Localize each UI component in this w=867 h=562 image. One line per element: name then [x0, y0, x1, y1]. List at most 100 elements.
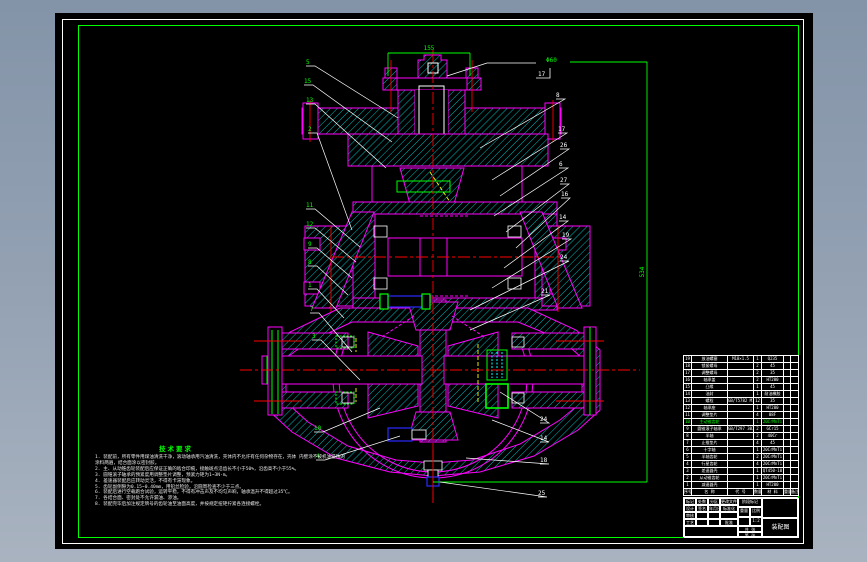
parts-list-cell: Q235 [761, 355, 784, 363]
parts-list-cell: 螺栓 [691, 397, 728, 405]
parts-list-cell: GB/T297 30310 [727, 425, 754, 433]
parts-list-cell: 圆锥滚子轴承 [691, 425, 728, 433]
parts-list-cell: 2 [753, 376, 762, 384]
parts-list-cell [790, 355, 799, 363]
title-block-cell: 工艺 [684, 519, 696, 526]
parts-list-cell [790, 446, 799, 454]
callout-balloon: 24 [540, 416, 548, 423]
parts-list-cell [783, 432, 791, 440]
parts-list-cell [783, 362, 791, 370]
parts-list-cell: 20CrMnTi [761, 453, 784, 461]
parts-list-row[interactable]: 2 从动锥齿轮 1 20CrMnTi [683, 474, 799, 482]
parts-list-cell [790, 425, 799, 433]
callout-balloon: 3 [312, 333, 316, 340]
callout-balloon: 1 [308, 282, 312, 289]
parts-list-row[interactable]: 16 轴承盖 2 HT200 [683, 376, 799, 384]
housing-sections [261, 54, 601, 479]
technical-notes: 技术要求 1. 装配前，所有零件用煤油清洗干净，滚动轴承用汽油清洗，壳体内不允许… [95, 443, 348, 508]
parts-list-cell: 从动锥齿轮 [691, 474, 728, 482]
parts-list-cell: 耐油橡胶 [761, 390, 784, 398]
datum-leader [446, 62, 551, 79]
parts-list-cell [783, 369, 791, 377]
callout-balloon: 25 [538, 490, 546, 497]
parts-list-cell: 1 [753, 474, 762, 482]
parts-list-row[interactable]: 18 锁紧螺母 2 45 [683, 362, 799, 370]
notes-title: 技术要求 [159, 445, 193, 453]
callout-balloon: 14 [540, 435, 548, 442]
parts-list-cell: 10 [683, 418, 692, 426]
parts-list-cell: 行星齿轮 [691, 460, 728, 468]
callout-balloon: 16 [561, 191, 569, 198]
parts-list-row[interactable]: 17 调整螺母 2 35 [683, 369, 799, 377]
parts-list-cell: 半轴齿轮 [691, 453, 728, 461]
parts-list-cell: 35 [761, 369, 784, 377]
callout-balloon: 9 [308, 241, 312, 248]
parts-list-row[interactable]: 1 减速器壳 1 HT200 [683, 481, 799, 489]
parts-list-cell [783, 355, 791, 363]
parts-list-cell: 轴承座 [691, 404, 728, 412]
parts-list-cell: 15 [683, 383, 692, 391]
parts-list-cell: 45 [761, 362, 784, 370]
parts-list-cell: 1 [753, 404, 762, 412]
parts-list-row[interactable]: 8 半轴 2 40Cr [683, 432, 799, 440]
parts-list-cell [783, 439, 791, 447]
parts-list-cell [790, 411, 799, 419]
parts-list-cell: 6 [683, 446, 692, 454]
callout-balloon: 8 [556, 92, 560, 99]
parts-list-cell [783, 418, 791, 426]
parts-list-row[interactable]: 6 十字轴 1 20CrMnTi [683, 446, 799, 454]
parts-list-cell [783, 376, 791, 384]
parts-list-cell: 18 [683, 362, 692, 370]
parts-list-cell: 2 [753, 425, 762, 433]
parts-list-cell: 20CrMnTi [761, 460, 784, 468]
parts-list-row[interactable]: 12 轴承座 1 HT200 [683, 404, 799, 412]
parts-list-cell: 半轴 [691, 432, 728, 440]
parts-list-cell [783, 404, 791, 412]
parts-list-cell [727, 404, 754, 412]
parts-list-cell: 轴承盖 [691, 376, 728, 384]
parts-list-cell [790, 390, 799, 398]
parts-list-table[interactable]: 19 放油螺塞 M18×1.5 1 Q235 18 锁紧螺母 2 45 17 调整螺母 2 35 16 轴承… [683, 355, 799, 496]
callout-balloon: 14 [559, 214, 567, 221]
title-block-cell [738, 517, 750, 526]
notes-line: 8. 装配完毕后加注规定牌号的齿轮油至油面高度，并按规定扭矩拧紧各连接螺栓。 [95, 502, 265, 508]
parts-list-row[interactable]: 14 油封 1 耐油橡胶 [683, 390, 799, 398]
parts-list-row[interactable]: 11 调整垫片 4 08F [683, 411, 799, 419]
parts-list-row[interactable]: 10 主动锥齿轮 1 20CrMnTi [683, 418, 799, 426]
parts-list-cell: HT200 [761, 481, 784, 489]
parts-list-row[interactable]: 5 半轴齿轮 2 20CrMnTi [683, 453, 799, 461]
parts-list-row[interactable]: 7 止推垫片 4 45 [683, 439, 799, 447]
parts-list-row[interactable]: 15 凸缘 1 45 [683, 383, 799, 391]
parts-list-cell: 2 [683, 474, 692, 482]
parts-list-cell [783, 425, 791, 433]
parts-list-header-cell: 代 号 [727, 488, 754, 496]
parts-list-row[interactable]: 19 放油螺塞 M18×1.5 1 Q235 [683, 355, 799, 363]
parts-list-cell [727, 390, 754, 398]
parts-list-cell: 7 [683, 439, 692, 447]
parts-list-row[interactable]: 3 差速器壳 1 QT450-10 [683, 467, 799, 475]
parts-list-cell: 油封 [691, 390, 728, 398]
parts-list-cell: 14 [683, 390, 692, 398]
parts-list-cell: 9 [683, 425, 692, 433]
parts-list-cell [727, 460, 754, 468]
parts-list-cell [790, 474, 799, 482]
cad-application-viewport: { "colors":{"outline":"#ff00ff","hatch":… [0, 0, 867, 562]
parts-list-cell [727, 362, 754, 370]
parts-list-cell: 45 [761, 383, 784, 391]
parts-list-cell: 调整螺母 [691, 369, 728, 377]
callout-balloon: 17 [558, 126, 566, 133]
parts-list-cell [790, 404, 799, 412]
title-block-cell [696, 519, 708, 526]
parts-list-row[interactable]: 4 行星齿轮 4 20CrMnTi [683, 460, 799, 468]
title-block-cell [684, 526, 738, 538]
parts-list-header-cell: 重量 [783, 488, 791, 496]
parts-list-cell [790, 432, 799, 440]
parts-list-cell: 19 [683, 355, 692, 363]
parts-list-cell: 1 [683, 481, 692, 489]
parts-list-cell: 20CrMnTi [761, 418, 784, 426]
parts-list-row[interactable]: 9圆锥滚子轴承GB/T297 303102GCr15 [683, 425, 799, 433]
parts-list-header-cell: 序号 [683, 488, 692, 496]
parts-list-row[interactable]: 13螺栓GB/T5782 M121235 [683, 397, 799, 405]
parts-list-header-cell: 数量 [753, 488, 762, 496]
parts-list-cell: 4 [753, 411, 762, 419]
